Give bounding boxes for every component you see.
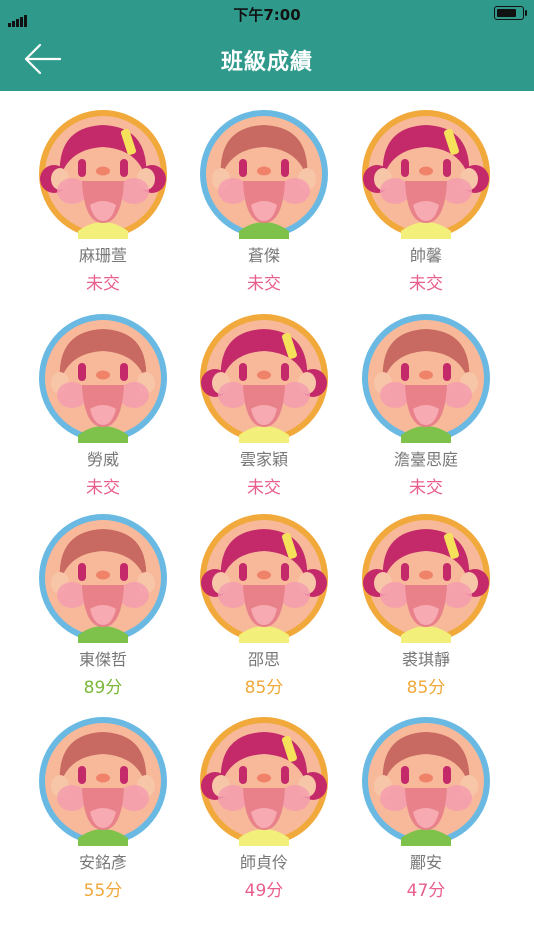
student-card[interactable]: 雲家穎 未交 xyxy=(194,313,334,498)
student-name: 裘琪靜 xyxy=(401,650,450,669)
student-card[interactable]: 勞威 未交 xyxy=(33,313,173,498)
student-card[interactable]: 澹臺思庭 未交 xyxy=(356,313,496,498)
battery-icon xyxy=(494,6,527,20)
student-grid: 麻珊萱 未交 蒼傑 未交 帥馨 未交 勞威 未交 雲家穎 未交 澹臺思庭 未交 東傑哲 89分 邵思 85分裘… xyxy=(0,91,534,950)
student-name: 東傑哲 xyxy=(78,650,127,669)
student-card[interactable]: 東傑哲 89分 xyxy=(33,513,173,698)
student-score: 47分 xyxy=(406,881,446,901)
student-name: 雲家穎 xyxy=(239,450,288,469)
page-title: 班級成績 xyxy=(220,50,313,75)
avatar-icon xyxy=(362,717,490,846)
student-name: 安銘彥 xyxy=(78,853,127,872)
avatar-icon xyxy=(362,314,490,443)
student-name: 蒼傑 xyxy=(247,246,280,265)
student-score: 89分 xyxy=(83,678,123,698)
student-name: 邵思 xyxy=(247,650,280,669)
avatar-icon xyxy=(200,514,328,643)
avatar-icon xyxy=(200,110,328,239)
student-name: 師貞伶 xyxy=(239,853,288,872)
student-score: 85分 xyxy=(406,678,446,698)
nav-bar: 班級成績 xyxy=(0,27,534,91)
student-score: 未交 xyxy=(86,478,120,498)
avatar-icon xyxy=(200,314,328,443)
student-score: 未交 xyxy=(247,478,281,498)
avatar-icon xyxy=(362,514,490,643)
student-card[interactable]: 師貞伶 49分 xyxy=(194,716,334,901)
avatar-icon xyxy=(39,717,167,846)
avatar-icon xyxy=(39,110,167,239)
student-card[interactable]: 邵思 85分 xyxy=(194,513,334,698)
student-score: 49分 xyxy=(244,881,284,901)
status-bar: 下午7:00 xyxy=(0,0,534,27)
student-name: 麻珊萱 xyxy=(78,246,127,265)
status-time: 下午7:00 xyxy=(233,6,301,24)
student-score: 未交 xyxy=(247,274,281,294)
student-card[interactable]: 安銘彥 55分 xyxy=(33,716,173,901)
student-card[interactable]: 蒼傑 未交 xyxy=(194,109,334,294)
avatar-icon xyxy=(200,717,328,846)
student-score: 未交 xyxy=(409,274,443,294)
student-name: 勞威 xyxy=(86,450,119,469)
student-score: 55分 xyxy=(83,881,123,901)
student-score: 85分 xyxy=(244,678,284,698)
student-card[interactable]: 酈安 47分 xyxy=(356,716,496,901)
avatar-icon xyxy=(362,110,490,239)
student-name: 酈安 xyxy=(409,853,442,872)
avatar-icon xyxy=(39,314,167,443)
student-card[interactable]: 麻珊萱 未交 xyxy=(33,109,173,294)
student-score: 未交 xyxy=(409,478,443,498)
student-name: 帥馨 xyxy=(409,246,442,265)
student-card[interactable]: 帥馨 未交 xyxy=(356,109,496,294)
avatar-icon xyxy=(39,514,167,643)
student-name: 澹臺思庭 xyxy=(393,450,458,469)
student-score: 未交 xyxy=(86,274,120,294)
student-card[interactable]: 裘琪靜 85分 xyxy=(356,513,496,698)
